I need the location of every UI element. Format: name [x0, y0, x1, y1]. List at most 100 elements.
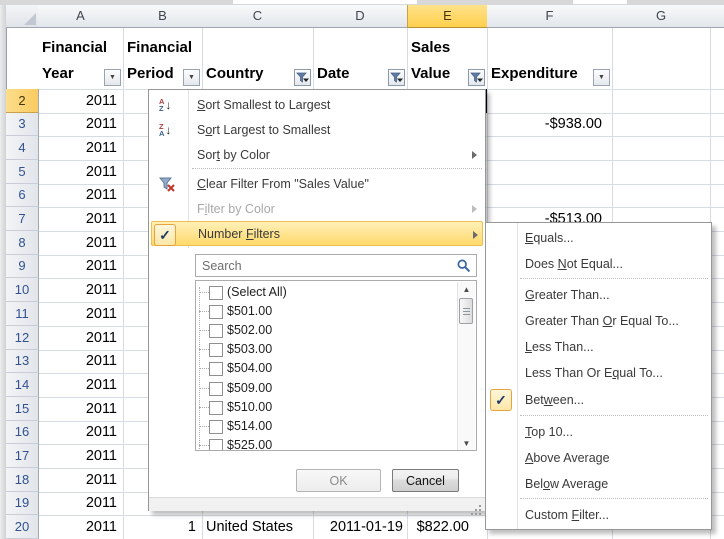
- column-header-d[interactable]: D: [313, 5, 408, 28]
- filter-value-row[interactable]: $502.00: [196, 323, 446, 342]
- menu-item-does-not-equal[interactable]: Does Not Equal...: [486, 251, 711, 277]
- filter-value-row[interactable]: $503.00: [196, 342, 446, 361]
- cell-b20[interactable]: 1: [123, 515, 202, 539]
- row-header-5[interactable]: 5: [6, 160, 39, 184]
- row-header-10[interactable]: 10: [6, 278, 39, 302]
- menu-item-greater-than-or-equal-to[interactable]: Greater Than Or Equal To...: [486, 308, 711, 334]
- filter-value-row[interactable]: $510.00: [196, 400, 446, 419]
- menu-item-sort-smallest-to-largest[interactable]: AZ↓Sort Smallest to Largest: [149, 92, 485, 117]
- filter-value-row[interactable]: (Select All): [196, 285, 446, 304]
- filter-value-row[interactable]: $509.00: [196, 381, 446, 400]
- menu-item-sort-by-color[interactable]: Sort by Color: [149, 142, 485, 167]
- cell-a4[interactable]: 2011: [38, 136, 123, 160]
- row-header-15[interactable]: 15: [6, 397, 39, 421]
- cell-a2[interactable]: 2011: [38, 89, 123, 113]
- row-header-17[interactable]: 17: [6, 444, 39, 468]
- cell-a12[interactable]: 2011: [38, 326, 123, 350]
- column-header-a[interactable]: A: [38, 5, 124, 28]
- value-checkbox[interactable]: [209, 343, 223, 357]
- cell-a20[interactable]: 2011: [38, 515, 123, 539]
- cell-a7[interactable]: 2011: [38, 207, 123, 231]
- cell-d20[interactable]: 2011-01-19: [313, 515, 407, 539]
- cell-a15[interactable]: 2011: [38, 397, 123, 421]
- cell-a9[interactable]: 2011: [38, 255, 123, 278]
- row-header-8[interactable]: 8: [6, 231, 39, 255]
- column-header-g[interactable]: G: [612, 5, 711, 28]
- cell-a10[interactable]: 2011: [38, 278, 123, 302]
- filter-button-e[interactable]: [468, 69, 485, 86]
- row-header-4[interactable]: 4: [6, 136, 39, 160]
- value-checkbox[interactable]: [209, 401, 223, 415]
- row-header-18[interactable]: 18: [6, 468, 39, 492]
- value-checkbox[interactable]: [209, 450, 223, 451]
- menu-item-top-10[interactable]: Top 10...: [486, 419, 711, 445]
- cell-a16[interactable]: 2011: [38, 421, 123, 444]
- cell-a19[interactable]: 2011: [38, 492, 123, 515]
- menu-item-greater-than[interactable]: Greater Than...: [486, 282, 711, 308]
- filter-value-row[interactable]: $514.00: [196, 419, 446, 438]
- cell-a3[interactable]: 2011: [38, 113, 123, 136]
- value-checkbox[interactable]: [209, 305, 223, 319]
- cell-a13[interactable]: 2011: [38, 350, 123, 373]
- search-input[interactable]: [196, 255, 456, 276]
- filter-value-row[interactable]: $504.00: [196, 361, 446, 380]
- cell-a17[interactable]: 2011: [38, 444, 123, 468]
- value-checkbox[interactable]: [209, 420, 223, 434]
- menu-item-number-filters[interactable]: ✓Number Filters: [151, 221, 483, 246]
- value-checkbox[interactable]: [209, 324, 223, 338]
- cell-a11[interactable]: 2011: [38, 302, 123, 326]
- column-header-f[interactable]: F: [487, 5, 613, 28]
- menu-item-less-than-or-equal-to[interactable]: Less Than Or Equal To...: [486, 360, 711, 386]
- filter-value-row-partial[interactable]: [196, 449, 446, 451]
- cancel-button[interactable]: Cancel: [392, 469, 459, 492]
- row-header-6[interactable]: 6: [6, 184, 39, 207]
- filter-button-b[interactable]: ▼: [183, 69, 200, 86]
- row-header-11[interactable]: 11: [6, 302, 39, 326]
- column-header-e[interactable]: E: [407, 5, 488, 28]
- menu-item-sort-largest-to-smallest[interactable]: ZA↓Sort Largest to Smallest: [149, 117, 485, 142]
- filter-button-a[interactable]: ▼: [104, 69, 121, 86]
- value-checkbox[interactable]: [209, 382, 223, 396]
- cell-f3[interactable]: -$938.00: [487, 113, 612, 136]
- column-header-c[interactable]: C: [202, 5, 314, 28]
- row-header-16[interactable]: 16: [6, 421, 39, 444]
- menu-item-filter-by-color[interactable]: Filter by Color: [149, 196, 485, 221]
- menu-item-clear-filter-from-sales-value[interactable]: Clear Filter From "Sales Value": [149, 171, 485, 196]
- cell-a18[interactable]: 2011: [38, 468, 123, 492]
- ok-button[interactable]: OK: [296, 469, 381, 492]
- scroll-down-icon[interactable]: ▼: [458, 436, 475, 451]
- filter-button-c[interactable]: [294, 69, 311, 86]
- row-header-7[interactable]: 7: [6, 207, 39, 231]
- scrollbar-thumb[interactable]: [459, 298, 473, 324]
- cell-a14[interactable]: 2011: [38, 373, 123, 397]
- menu-item-between[interactable]: ✓Between...: [486, 387, 711, 413]
- row-header-19[interactable]: 19: [6, 492, 39, 515]
- row-header-12[interactable]: 12: [6, 326, 39, 350]
- select-all-corner[interactable]: [6, 5, 39, 28]
- cell-a8[interactable]: 2011: [38, 231, 123, 255]
- cell-a6[interactable]: 2011: [38, 184, 123, 207]
- value-checkbox[interactable]: [209, 362, 223, 376]
- menu-item-custom-filter[interactable]: Custom Filter...: [486, 502, 711, 528]
- row-header-14[interactable]: 14: [6, 373, 39, 397]
- filter-value-row[interactable]: $501.00: [196, 304, 446, 323]
- row-header-2[interactable]: 2: [6, 89, 39, 113]
- filter-button-f[interactable]: ▼: [593, 69, 610, 86]
- row-header-9[interactable]: 9: [6, 255, 39, 278]
- filter-button-d[interactable]: [388, 69, 405, 86]
- column-header-b[interactable]: B: [123, 5, 203, 28]
- menu-item-less-than[interactable]: Less Than...: [486, 334, 711, 360]
- cell-e20[interactable]: $822.00: [407, 515, 487, 539]
- menu-item-below-average[interactable]: Below Average: [486, 471, 711, 497]
- menu-item-equals[interactable]: Equals...: [486, 225, 711, 251]
- row-header-13[interactable]: 13: [6, 350, 39, 373]
- cell-a5[interactable]: 2011: [38, 160, 123, 184]
- menu-item-above-average[interactable]: Above Average: [486, 445, 711, 471]
- cell-c20[interactable]: United States: [202, 515, 313, 539]
- row-header-20[interactable]: 20: [6, 515, 39, 539]
- list-scrollbar[interactable]: ▲ ▼: [457, 282, 475, 451]
- value-checkbox[interactable]: [209, 286, 223, 300]
- resize-grip-strip[interactable]: [149, 497, 485, 511]
- column-header-partial[interactable]: [710, 5, 724, 28]
- scroll-up-icon[interactable]: ▲: [458, 282, 475, 297]
